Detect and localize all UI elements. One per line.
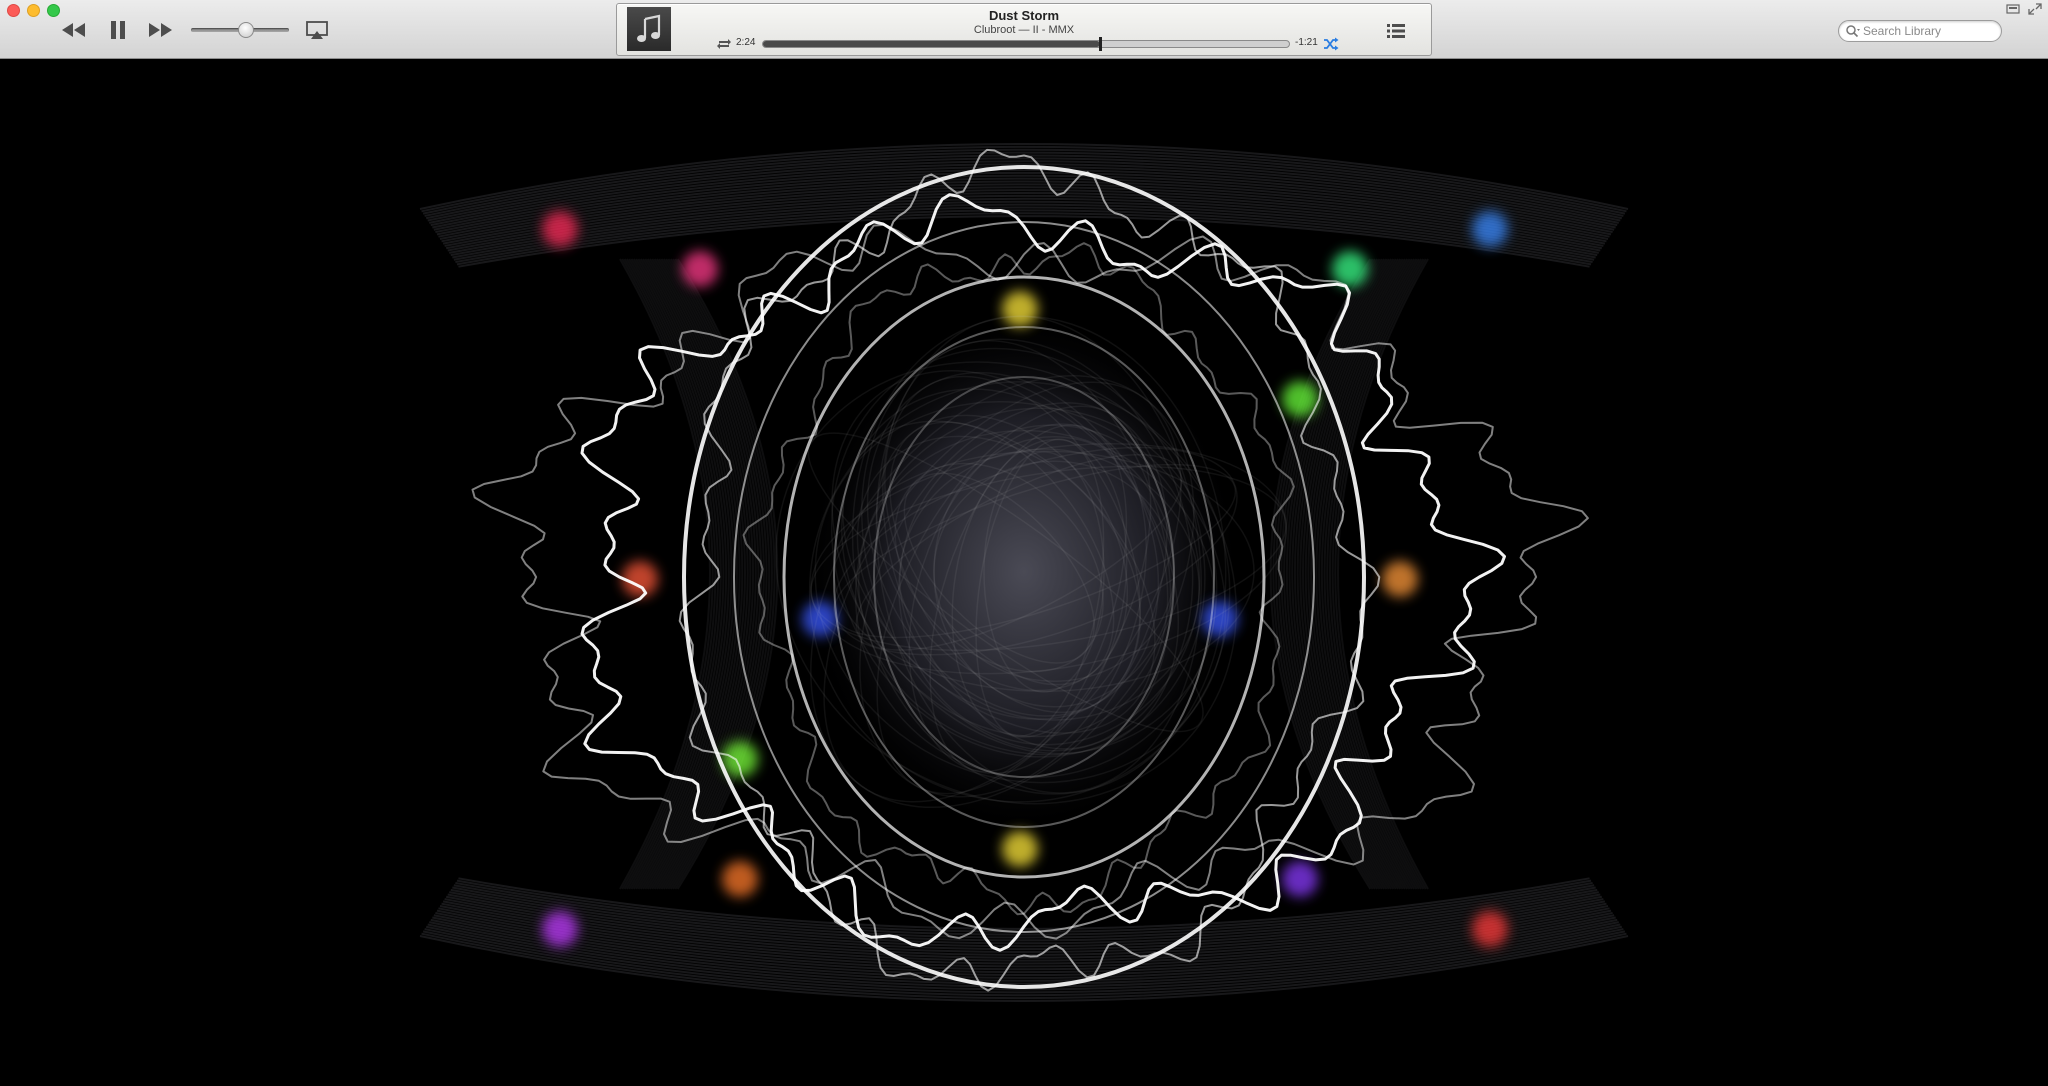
pause-icon xyxy=(111,21,125,39)
rewind-icon xyxy=(62,23,85,37)
volume-knob[interactable] xyxy=(237,22,254,38)
music-visualizer[interactable] xyxy=(0,59,2048,1086)
search-field[interactable] xyxy=(1838,20,2002,42)
shuffle-icon xyxy=(1324,37,1339,51)
repeat-icon xyxy=(717,39,731,49)
progress-knob[interactable] xyxy=(1098,37,1102,51)
airplay-button[interactable] xyxy=(305,20,329,40)
fullscreen-icon[interactable] xyxy=(2028,3,2042,15)
track-artist-album[interactable]: Clubroot — II - MMX xyxy=(617,24,1431,36)
visualizer-graphic xyxy=(419,143,1629,1002)
search-input[interactable] xyxy=(1863,23,1995,39)
track-title[interactable]: Dust Storm xyxy=(617,8,1431,23)
airplay-icon xyxy=(306,21,328,39)
progress-fill xyxy=(763,41,1100,47)
miniplayer-icon[interactable] xyxy=(2006,4,2020,14)
now-playing-display: Dust Storm Clubroot — II - MMX 2:24 -1:2… xyxy=(616,3,1432,56)
fast-forward-button[interactable] xyxy=(143,17,177,43)
fast-forward-icon xyxy=(149,23,172,37)
rewind-button[interactable] xyxy=(57,17,91,43)
minimize-window-button[interactable] xyxy=(27,4,40,17)
progress-bar[interactable] xyxy=(762,37,1290,51)
shuffle-button[interactable] xyxy=(1323,37,1339,51)
toolbar: Dust Storm Clubroot — II - MMX 2:24 -1:2… xyxy=(0,0,2048,59)
search-icon xyxy=(1846,25,1860,38)
elapsed-time: 2:24 xyxy=(736,37,756,48)
pause-button[interactable] xyxy=(101,17,135,43)
repeat-button[interactable] xyxy=(716,37,732,51)
close-window-button[interactable] xyxy=(7,4,20,17)
volume-slider[interactable] xyxy=(191,20,291,40)
zoom-window-button[interactable] xyxy=(47,4,60,17)
remaining-time: -1:21 xyxy=(1295,37,1318,48)
list-icon xyxy=(1387,24,1405,38)
up-next-button[interactable] xyxy=(1386,22,1406,40)
